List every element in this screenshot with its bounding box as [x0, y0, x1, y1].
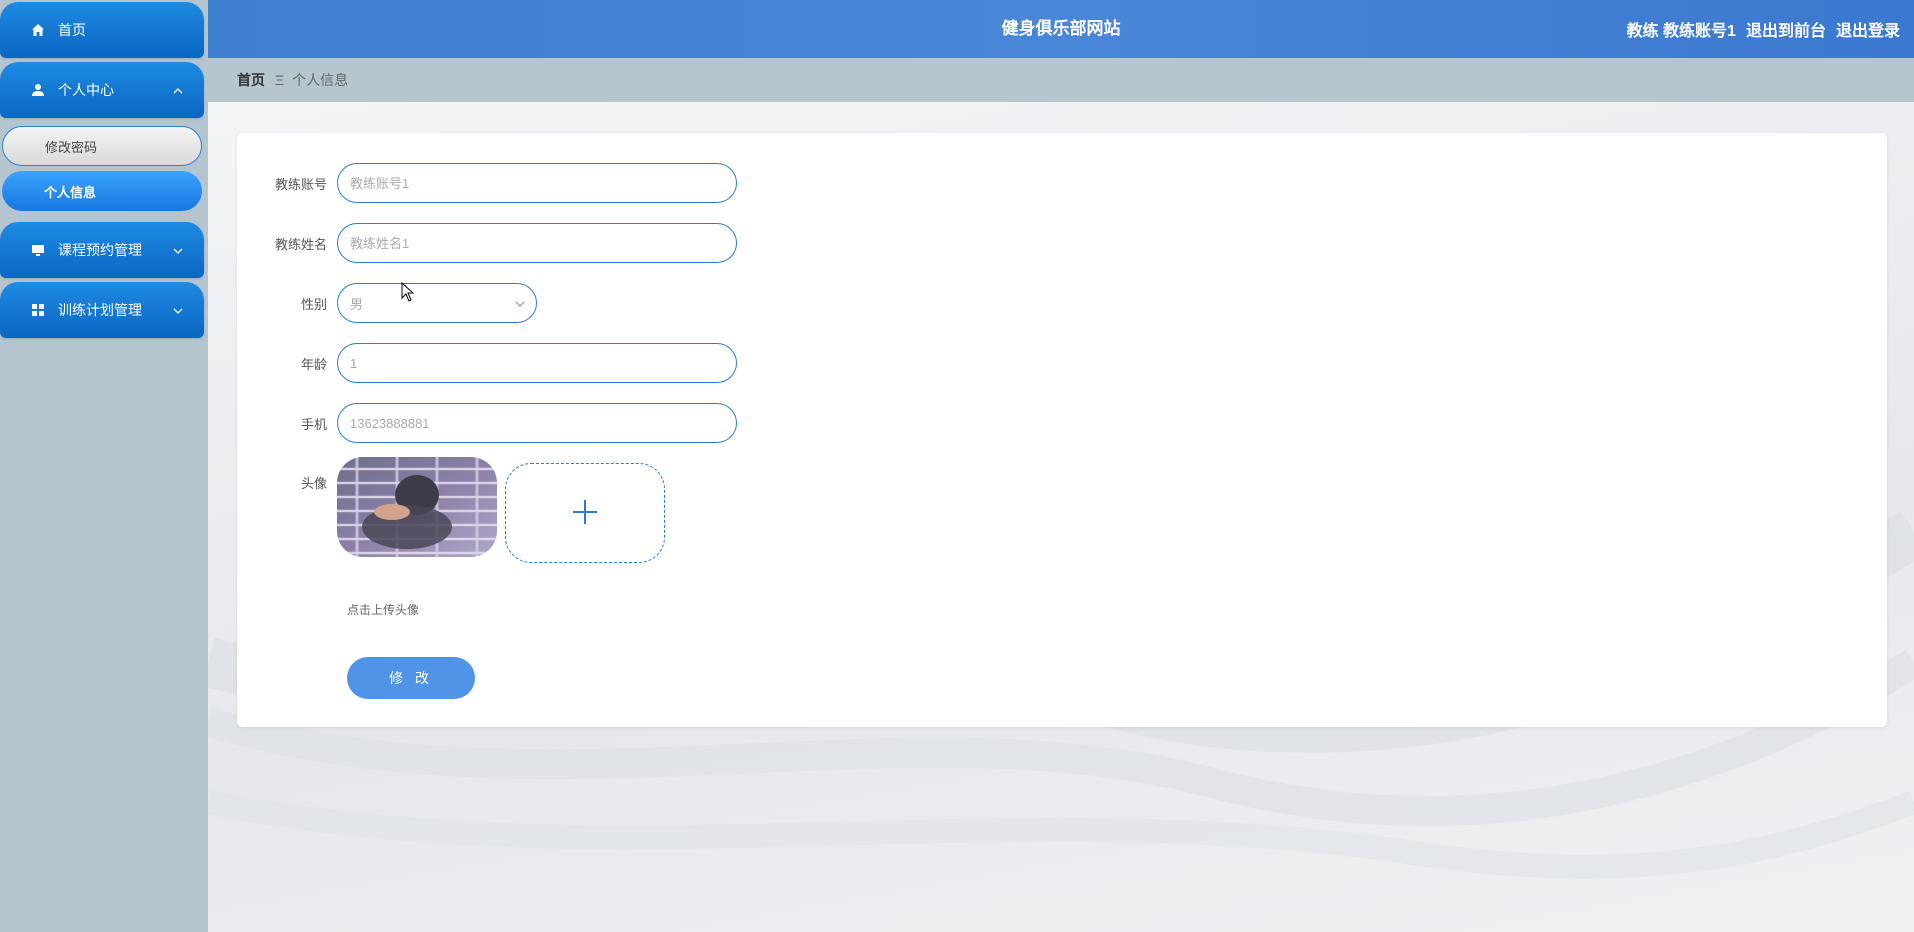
exit-to-front-link[interactable]: 退出到前台 [1746, 17, 1826, 41]
sidebar-item-label: 课程预约管理 [58, 242, 142, 258]
sidebar-item-label: 训练计划管理 [58, 302, 142, 318]
form-row-avatar: 头像 [237, 457, 665, 563]
sidebar: 首页 个人中心 修改密码 个人信息 课程预约管理 训练计划管理 [0, 0, 208, 932]
sidebar-subitem-personal-info[interactable]: 个人信息 [2, 171, 202, 211]
form-row-account: 教练账号 [237, 163, 737, 203]
submit-button[interactable]: 修 改 [347, 657, 475, 699]
chevron-down-icon [172, 244, 184, 256]
chevron-up-icon [172, 84, 184, 96]
plus-icon [571, 498, 599, 529]
current-user: 教练 教练账号1 [1626, 23, 1736, 40]
sidebar-item-home[interactable]: 首页 [0, 2, 204, 58]
monitor-icon [30, 242, 46, 258]
header-user-area: 教练 教练账号1 退出到前台 退出登录 [1627, 0, 1900, 58]
top-header: 健身俱乐部网站 教练 教练账号1 退出到前台 退出登录 [208, 0, 1914, 58]
age-label: 年龄 [300, 356, 327, 372]
home-icon [30, 22, 46, 38]
form-row-gender: 性别 男 [237, 283, 537, 323]
sidebar-item-course-booking[interactable]: 课程预约管理 [0, 222, 204, 278]
sidebar-subitem-label: 修改密码 [45, 139, 98, 155]
sidebar-item-training-plan[interactable]: 训练计划管理 [0, 282, 204, 338]
logout-link[interactable]: 退出登录 [1836, 17, 1900, 41]
account-input[interactable] [337, 163, 737, 203]
account-label: 教练账号 [274, 176, 327, 192]
form-row-age: 年龄 [237, 343, 737, 383]
breadcrumb: 首页 Ξ 个人信息 [208, 58, 1914, 102]
chevron-down-icon [514, 298, 526, 313]
chevron-down-icon [172, 304, 184, 316]
avatar-upload-tip: 点击上传头像 [347, 603, 420, 617]
sidebar-subitem-change-password[interactable]: 修改密码 [2, 126, 202, 166]
gender-label: 性别 [300, 296, 327, 312]
mouse-cursor-icon [401, 281, 415, 305]
age-input[interactable] [337, 343, 737, 383]
sidebar-item-label: 首页 [58, 22, 86, 38]
grid-icon [30, 302, 46, 318]
profile-form-card: 教练账号 教练姓名 性别 男 年龄 手机 头像 [237, 133, 1887, 727]
phone-label: 手机 [300, 416, 327, 432]
gender-selected-value: 男 [350, 296, 364, 312]
phone-input[interactable] [337, 403, 737, 443]
sidebar-subitem-label: 个人信息 [44, 184, 97, 200]
breadcrumb-separator: Ξ [275, 72, 285, 88]
form-row-name: 教练姓名 [237, 223, 737, 263]
user-icon [30, 82, 46, 98]
avatar-label: 头像 [300, 476, 327, 491]
avatar-image[interactable] [337, 457, 497, 557]
name-input[interactable] [337, 223, 737, 263]
sidebar-item-label: 个人中心 [58, 82, 114, 98]
name-label: 教练姓名 [274, 236, 327, 252]
breadcrumb-current: 个人信息 [292, 72, 349, 88]
avatar-upload-button[interactable] [505, 463, 665, 563]
breadcrumb-home[interactable]: 首页 [237, 70, 265, 90]
form-row-phone: 手机 [237, 403, 737, 443]
gender-select[interactable]: 男 [337, 283, 537, 323]
submenu-personal-center: 修改密码 个人信息 [0, 122, 208, 222]
sidebar-item-personal-center[interactable]: 个人中心 [0, 62, 204, 118]
